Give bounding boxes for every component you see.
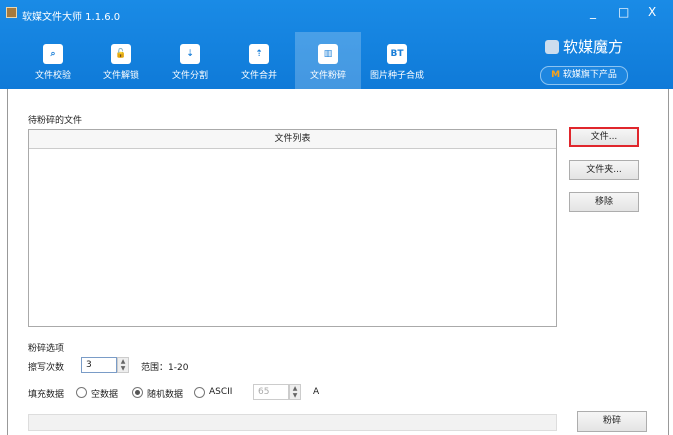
zipper-split-icon: ⇣ bbox=[180, 44, 200, 64]
header: 软媒文件大师 1.1.6.0 _ □ X ⌕ 文件校验 🔓 文件解锁 ⇣ 文件分割 ⇡… bbox=[0, 0, 673, 89]
tab-file-unlock[interactable]: 🔓 文件解锁 bbox=[88, 32, 154, 89]
remove-button[interactable]: 移除 bbox=[569, 192, 639, 212]
add-file-button[interactable]: 文件... bbox=[569, 127, 639, 147]
shredder-icon: ▥ bbox=[318, 44, 338, 64]
radio-empty-label[interactable]: 空数据 bbox=[91, 387, 118, 400]
bt-icon: BT bbox=[387, 44, 407, 64]
tab-label: 图片种子合成 bbox=[369, 71, 424, 81]
close-button[interactable]: X bbox=[648, 5, 656, 19]
passes-spinner[interactable]: ▲ ▼ bbox=[117, 357, 129, 373]
window-title: 软媒文件大师 1.1.6.0 bbox=[22, 12, 121, 23]
tab-label: 文件解锁 bbox=[102, 71, 139, 81]
ascii-spinner[interactable]: ▲ ▼ bbox=[289, 384, 301, 400]
app-icon bbox=[6, 7, 17, 18]
cube-icon bbox=[545, 40, 559, 54]
passes-input[interactable]: 3 bbox=[81, 357, 117, 373]
minimize-button[interactable]: _ bbox=[590, 5, 596, 19]
list-header[interactable]: 文件列表 bbox=[29, 130, 556, 149]
shred-button[interactable]: 粉碎 bbox=[577, 411, 647, 432]
products-button[interactable]: M 软媒旗下产品 bbox=[540, 66, 628, 85]
radio-ascii[interactable] bbox=[194, 387, 205, 398]
tab-label: 文件合并 bbox=[240, 71, 277, 81]
file-list[interactable]: 文件列表 bbox=[28, 129, 557, 327]
progress-bar bbox=[28, 414, 557, 431]
tab-label: 文件粉碎 bbox=[309, 71, 346, 81]
ascii-input[interactable]: 65 bbox=[253, 384, 289, 400]
radio-ascii-label[interactable]: ASCII bbox=[209, 387, 232, 397]
files-label: 待粉碎的文件 bbox=[28, 116, 83, 126]
magnifier-icon: ⌕ bbox=[43, 44, 63, 64]
brand-logo: 软媒魔方 bbox=[545, 36, 623, 57]
radio-random[interactable] bbox=[132, 387, 143, 398]
tab-image-seed[interactable]: BT 图片种子合成 bbox=[364, 32, 430, 89]
radio-random-label[interactable]: 随机数据 bbox=[147, 387, 183, 400]
tab-label: 文件校验 bbox=[34, 71, 71, 81]
options-label: 粉碎选项 bbox=[28, 344, 65, 354]
zipper-merge-icon: ⇡ bbox=[249, 44, 269, 64]
tab-file-split[interactable]: ⇣ 文件分割 bbox=[157, 32, 223, 89]
maximize-button[interactable]: □ bbox=[618, 5, 629, 19]
range-text: 范围：1-20 bbox=[141, 363, 189, 373]
tab-label: 文件分割 bbox=[171, 71, 208, 81]
passes-label: 擦写次数 bbox=[28, 363, 65, 373]
add-folder-button[interactable]: 文件夹... bbox=[569, 160, 639, 180]
fill-label: 填充数据 bbox=[28, 390, 65, 400]
tab-file-merge[interactable]: ⇡ 文件合并 bbox=[226, 32, 292, 89]
ascii-char: A bbox=[313, 387, 320, 397]
brand-name: 软媒魔方 bbox=[563, 38, 624, 56]
tab-file-shred[interactable]: ▥ 文件粉碎 bbox=[295, 32, 361, 89]
unlock-icon: 🔓 bbox=[111, 44, 131, 64]
radio-empty[interactable] bbox=[76, 387, 87, 398]
products-label: 软媒旗下产品 bbox=[562, 70, 617, 80]
tab-file-verify[interactable]: ⌕ 文件校验 bbox=[20, 32, 86, 89]
m-logo-icon: M bbox=[551, 70, 561, 80]
